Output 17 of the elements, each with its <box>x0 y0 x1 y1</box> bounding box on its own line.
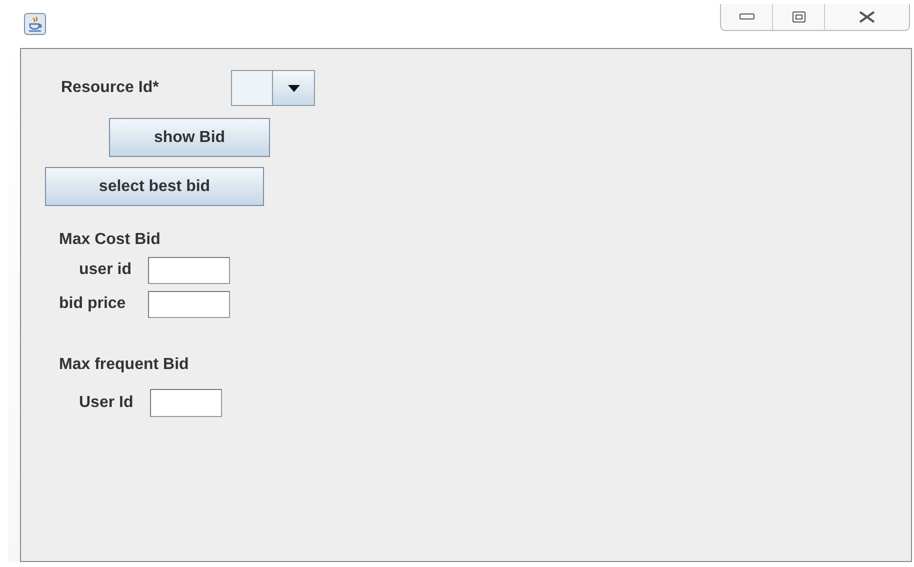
close-icon <box>858 11 876 23</box>
input-field[interactable] <box>148 256 230 284</box>
section-heading: Max Cost Bid <box>58 231 162 249</box>
minimize-icon <box>738 13 754 21</box>
field-label: user id <box>78 261 132 279</box>
coffee-cup-icon <box>24 13 46 35</box>
caret-icon <box>288 84 300 92</box>
field-label: bid price <box>58 295 127 313</box>
show-bid-button[interactable]: show Bid <box>109 118 270 157</box>
select-best-bid-button[interactable]: select best bid <box>45 167 264 206</box>
field-label: User Id <box>78 394 134 412</box>
resource-id-label: Resource Id* <box>61 79 160 97</box>
input-field[interactable] <box>150 389 222 417</box>
section-heading: Max frequent Bid <box>58 356 190 374</box>
resource-id-dropdown[interactable] <box>231 70 315 106</box>
input-field[interactable] <box>148 290 230 318</box>
maximize-icon <box>792 11 806 23</box>
